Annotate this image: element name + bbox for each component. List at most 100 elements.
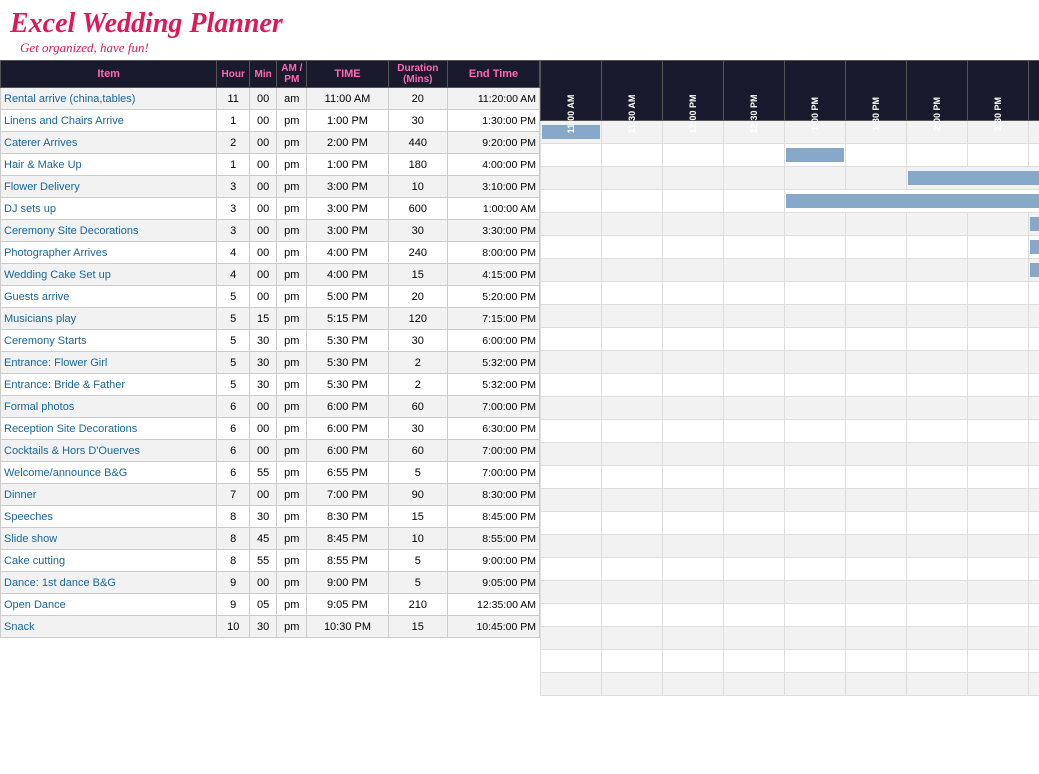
- hour-cell: 6: [217, 440, 250, 462]
- gantt-cell: [1029, 581, 1039, 604]
- table-row: Dance: 1st dance B&G 9 00 pm 9:00 PM 5 9…: [1, 572, 540, 594]
- gantt-cell: [907, 558, 968, 581]
- gantt-cell: [602, 328, 663, 351]
- gantt-cell: [663, 397, 724, 420]
- gantt-cell: [968, 535, 1029, 558]
- gantt-cell: [846, 650, 907, 673]
- gantt-bar: [1030, 240, 1039, 254]
- col-duration: Duration (Mins): [388, 61, 447, 88]
- gantt-cell: [724, 581, 785, 604]
- gantt-cell: [724, 420, 785, 443]
- gantt-cell: [968, 305, 1029, 328]
- gantt-cell: [602, 535, 663, 558]
- gantt-section[interactable]: 11:00 AM11:30 AM12:00 PM12:30 PM1:00 PM1…: [540, 60, 1039, 696]
- gantt-cell: [1029, 420, 1039, 443]
- min-cell: 00: [250, 176, 277, 198]
- gantt-cell: [541, 489, 602, 512]
- gantt-time-header: 12:00 PM: [663, 61, 724, 121]
- gantt-cell: [602, 259, 663, 282]
- min-cell: 00: [250, 132, 277, 154]
- gantt-cell: [724, 259, 785, 282]
- gantt-cell: [1029, 328, 1039, 351]
- item-name: Reception Site Decorations: [1, 418, 217, 440]
- gantt-cell: [846, 259, 907, 282]
- gantt-cell: [724, 236, 785, 259]
- col-hour: Hour: [217, 61, 250, 88]
- gantt-cell: [907, 535, 968, 558]
- hour-cell: 3: [217, 176, 250, 198]
- gantt-row: [541, 420, 1039, 443]
- gantt-cell: [724, 604, 785, 627]
- gantt-cell: [846, 466, 907, 489]
- item-name: Entrance: Flower Girl: [1, 352, 217, 374]
- col-item: Item: [1, 61, 217, 88]
- time-cell: 8:30 PM: [307, 506, 388, 528]
- gantt-cell: [1029, 466, 1039, 489]
- gantt-bar: [908, 171, 1039, 185]
- table-row: Musicians play 5 15 pm 5:15 PM 120 7:15:…: [1, 308, 540, 330]
- duration-cell: 90: [388, 484, 447, 506]
- min-cell: 00: [250, 484, 277, 506]
- gantt-row: [541, 535, 1039, 558]
- gantt-cell: [785, 512, 846, 535]
- duration-cell: 600: [388, 198, 447, 220]
- gantt-cell: [724, 328, 785, 351]
- gantt-bar: [1030, 217, 1039, 231]
- gantt-cell: [907, 167, 1039, 190]
- time-cell: 5:30 PM: [307, 374, 388, 396]
- gantt-cell: [541, 558, 602, 581]
- gantt-cell: [663, 466, 724, 489]
- gantt-row: [541, 466, 1039, 489]
- item-name: Caterer Arrives: [1, 132, 217, 154]
- ampm-cell: pm: [277, 484, 307, 506]
- gantt-cell: [602, 604, 663, 627]
- endtime-cell: 1:00:00 AM: [448, 198, 540, 220]
- gantt-cell: [785, 328, 846, 351]
- min-cell: 45: [250, 528, 277, 550]
- endtime-cell: 5:32:00 PM: [448, 352, 540, 374]
- gantt-cell: [1029, 604, 1039, 627]
- gantt-row: [541, 443, 1039, 466]
- gantt-cell: [785, 535, 846, 558]
- gantt-cell: [663, 213, 724, 236]
- col-endtime: End Time: [448, 61, 540, 88]
- hour-cell: 5: [217, 286, 250, 308]
- endtime-cell: 7:00:00 PM: [448, 396, 540, 418]
- item-name: Dinner: [1, 484, 217, 506]
- hour-cell: 1: [217, 154, 250, 176]
- gantt-cell: [541, 167, 602, 190]
- table-row: Slide show 8 45 pm 8:45 PM 10 8:55:00 PM: [1, 528, 540, 550]
- endtime-cell: 6:00:00 PM: [448, 330, 540, 352]
- min-cell: 00: [250, 418, 277, 440]
- gantt-row: [541, 512, 1039, 535]
- gantt-cell: [785, 466, 846, 489]
- duration-cell: 440: [388, 132, 447, 154]
- ampm-cell: pm: [277, 594, 307, 616]
- gantt-cell: [1029, 673, 1039, 696]
- time-cell: 3:00 PM: [307, 198, 388, 220]
- gantt-cell: [846, 144, 907, 167]
- table-row: Wedding Cake Set up 4 00 pm 4:00 PM 15 4…: [1, 264, 540, 286]
- gantt-cell: [663, 489, 724, 512]
- gantt-row: [541, 328, 1039, 351]
- gantt-cell: [541, 190, 602, 213]
- gantt-cell: [968, 236, 1029, 259]
- gantt-cell: [602, 650, 663, 673]
- gantt-cell: [785, 144, 846, 167]
- gantt-cell: [541, 305, 602, 328]
- gantt-row: [541, 121, 1039, 144]
- time-cell: 10:30 PM: [307, 616, 388, 638]
- ampm-cell: pm: [277, 220, 307, 242]
- app-subtitle: Get organized, have fun!: [20, 40, 1029, 56]
- gantt-row: [541, 236, 1039, 259]
- table-row: Rental arrive (china,tables) 11 00 am 11…: [1, 88, 540, 110]
- min-cell: 00: [250, 242, 277, 264]
- gantt-cell: [541, 397, 602, 420]
- ampm-cell: pm: [277, 550, 307, 572]
- gantt-body: [541, 121, 1039, 696]
- gantt-cell: [968, 374, 1029, 397]
- hour-cell: 8: [217, 550, 250, 572]
- hour-cell: 8: [217, 528, 250, 550]
- time-cell: 5:30 PM: [307, 330, 388, 352]
- time-cell: 3:00 PM: [307, 176, 388, 198]
